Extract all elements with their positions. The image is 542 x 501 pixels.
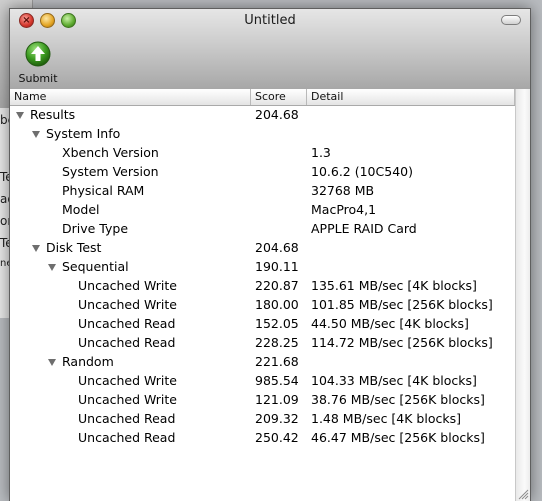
table-row[interactable]: Uncached Write 985.54 104.33 MB/sec [4K bl… [10, 372, 515, 391]
table-row[interactable]: Uncached Read 228.25 114.72 MB/sec [256K b… [10, 334, 515, 353]
table-row[interactable]: Sequential 190.11 [10, 258, 515, 277]
row-name: Uncached Write [78, 297, 177, 312]
table-row[interactable]: System Version 10.6.2 (10C540) [10, 163, 515, 182]
table-row[interactable]: Disk Test 204.68 [10, 239, 515, 258]
table-row[interactable]: Results 204.68 [10, 106, 515, 125]
row-name: Random [62, 354, 114, 369]
table-row[interactable]: Uncached Write 220.87 135.61 MB/sec [4K bl… [10, 277, 515, 296]
row-name: Xbench Version [62, 145, 159, 160]
row-detail: 38.76 MB/sec [256K blocks] [311, 392, 485, 407]
table-row[interactable]: Model MacPro4,1 [10, 201, 515, 220]
row-score: 209.32 [255, 411, 299, 426]
row-score: 985.54 [255, 373, 299, 388]
row-name: Uncached Read [78, 316, 176, 331]
disclosure-triangle-icon[interactable] [16, 112, 24, 119]
row-name: Uncached Write [78, 392, 177, 407]
row-name: Uncached Write [78, 278, 177, 293]
vertical-scrollbar[interactable] [515, 89, 530, 501]
row-name: Uncached Write [78, 373, 177, 388]
row-detail: 101.85 MB/sec [256K blocks] [311, 297, 493, 312]
disclosure-triangle-icon[interactable] [48, 359, 56, 366]
window-title: Untitled [244, 13, 296, 28]
submit-label: Submit [18, 72, 58, 85]
row-detail: 10.6.2 (10C540) [311, 164, 413, 179]
row-name: Model [62, 202, 100, 217]
green-up-arrow-icon [25, 41, 51, 67]
column-header-score[interactable]: Score [251, 89, 307, 105]
row-detail: 104.33 MB/sec [4K blocks] [311, 373, 477, 388]
row-name: Results [30, 107, 76, 122]
disclosure-triangle-icon[interactable] [32, 245, 40, 252]
table-row[interactable]: Random 221.68 [10, 353, 515, 372]
row-score: 220.87 [255, 278, 299, 293]
table-row[interactable]: Uncached Read 209.32 1.48 MB/sec [4K block… [10, 410, 515, 429]
table-row[interactable]: Drive Type APPLE RAID Card [10, 220, 515, 239]
row-score: 250.42 [255, 430, 299, 445]
toolbar-toggle-button[interactable] [501, 15, 521, 25]
row-detail: 46.47 MB/sec [256K blocks] [311, 430, 485, 445]
row-name: Uncached Read [78, 430, 176, 445]
row-name: Uncached Read [78, 335, 176, 350]
disclosure-triangle-icon[interactable] [32, 131, 40, 138]
table-row[interactable]: Uncached Write 121.09 38.76 MB/sec [256K b… [10, 391, 515, 410]
row-score: 228.25 [255, 335, 299, 350]
table-row[interactable]: Xbench Version 1.3 [10, 144, 515, 163]
row-detail: 114.72 MB/sec [256K blocks] [311, 335, 493, 350]
row-score: 180.00 [255, 297, 299, 312]
table-row[interactable]: Uncached Write 180.00 101.85 MB/sec [256K … [10, 296, 515, 315]
row-score: 190.11 [255, 259, 299, 274]
results-outline: Results 204.68 System Info Xbench Version 1.… [10, 106, 515, 448]
table-row[interactable]: Uncached Read 152.05 44.50 MB/sec [4K bloc… [10, 315, 515, 334]
table-row[interactable]: Uncached Read 250.42 46.47 MB/sec [256K bl… [10, 429, 515, 448]
row-name: System Info [46, 126, 121, 141]
table-header: Name Score Detail [10, 89, 530, 106]
column-header-detail[interactable]: Detail [307, 89, 515, 105]
submit-button[interactable]: Submit [16, 41, 60, 87]
row-score: 204.68 [255, 240, 299, 255]
row-name: Drive Type [62, 221, 129, 236]
row-name: System Version [62, 164, 159, 179]
row-score: 221.68 [255, 354, 299, 369]
row-score: 204.68 [255, 107, 299, 122]
row-name: Physical RAM [62, 183, 145, 198]
title-bar[interactable]: × Untitled Submit [10, 9, 530, 90]
row-name: Sequential [62, 259, 129, 274]
row-detail: 32768 MB [311, 183, 375, 198]
row-detail: 1.48 MB/sec [4K blocks] [311, 411, 461, 426]
row-name: Uncached Read [78, 411, 176, 426]
row-score: 121.09 [255, 392, 299, 407]
results-window: × Untitled Submit Name Score Detail Resu… [9, 8, 531, 501]
row-detail: MacPro4,1 [311, 202, 377, 217]
row-name: Disk Test [46, 240, 102, 255]
resize-grip-icon[interactable] [518, 489, 529, 500]
row-detail: 44.50 MB/sec [4K blocks] [311, 316, 469, 331]
column-header-name[interactable]: Name [10, 89, 251, 105]
table-row[interactable]: System Info [10, 125, 515, 144]
disclosure-triangle-icon[interactable] [48, 264, 56, 271]
row-score: 152.05 [255, 316, 299, 331]
table-row[interactable]: Physical RAM 32768 MB [10, 182, 515, 201]
row-detail: 1.3 [311, 145, 331, 160]
row-detail: APPLE RAID Card [311, 221, 417, 236]
row-detail: 135.61 MB/sec [4K blocks] [311, 278, 477, 293]
